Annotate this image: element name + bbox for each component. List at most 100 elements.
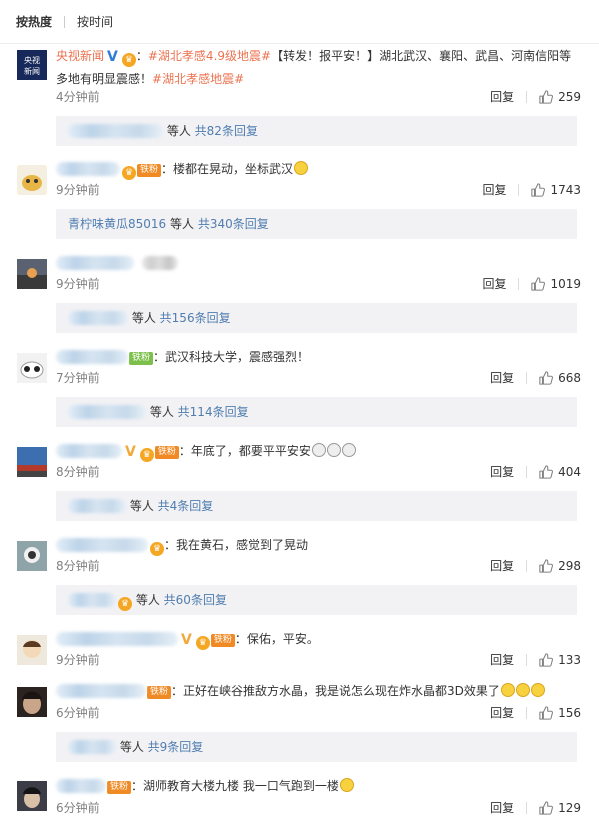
verified-badge-icon: V	[107, 49, 118, 65]
sub-replies-count[interactable]: 共156条回复	[160, 311, 231, 325]
avatar[interactable]	[17, 635, 47, 665]
avatar[interactable]	[17, 541, 47, 571]
thumbs-up-icon	[539, 559, 554, 573]
reply-button[interactable]: 回复	[490, 649, 514, 671]
blurred-username[interactable]	[56, 538, 148, 552]
avatar[interactable]	[17, 687, 47, 717]
blurred-username[interactable]	[56, 256, 134, 270]
comment-meta: 6分钟前 回复 129	[56, 797, 581, 819]
like-button[interactable]: 1019	[531, 273, 581, 295]
sort-by-time-tab[interactable]: 按时间	[77, 13, 113, 30]
reply-button[interactable]: 回复	[490, 367, 514, 389]
timestamp: 8分钟前	[56, 465, 100, 479]
action-divider	[526, 372, 528, 384]
reply-button[interactable]: 回复	[490, 555, 514, 577]
like-count: 668	[558, 371, 581, 385]
sub-replies-count[interactable]: 共82条回复	[195, 124, 258, 138]
emoji-icon	[326, 443, 341, 457]
reply-button[interactable]: 回复	[490, 797, 514, 819]
blurred-username[interactable]	[56, 632, 178, 646]
emoji-icon	[530, 683, 545, 697]
comment-meta: 8分钟前 回复 298	[56, 555, 581, 577]
like-count: 133	[558, 653, 581, 667]
sub-replies[interactable]: 青柠味黄瓜85016 等人 共340条回复	[56, 209, 577, 239]
comment-meta: 9分钟前 回复 1019	[56, 273, 581, 295]
reply-button[interactable]: 回复	[482, 179, 506, 201]
comment-item: 铁粉 ：湖师教育大楼九楼 我一口气跑到一楼 6分钟前 回复 129	[0, 775, 599, 831]
svg-text:新闻: 新闻	[24, 66, 40, 76]
sort-by-hot-tab[interactable]: 按热度	[16, 13, 52, 30]
fan-badge: 铁粉	[210, 634, 235, 647]
timestamp: 4分钟前	[56, 90, 100, 104]
comment-body: ：我在黄石，感觉到了晃动	[164, 538, 309, 552]
like-button[interactable]: 259	[539, 86, 581, 108]
blurred-username[interactable]	[56, 779, 106, 793]
comment-text: 铁粉 ：正好在峡谷推敌方水晶，我是说怎么现在炸水晶都3D效果了	[56, 680, 581, 702]
sub-replies[interactable]: 等人 共82条回复	[56, 116, 577, 146]
sub-replies-count[interactable]: 共340条回复	[198, 217, 269, 231]
sub-replies-username[interactable]: 青柠味黄瓜85016	[68, 217, 166, 231]
comment-item: V ♛ 铁粉 ：年底了，都要平平安安 8分钟前 回复 404 等人 共4条回复	[0, 440, 599, 534]
like-button[interactable]: 668	[539, 367, 581, 389]
reply-button[interactable]: 回复	[490, 461, 514, 483]
verified-badge-icon: V	[181, 632, 192, 648]
sub-replies-count[interactable]: 共4条回复	[158, 499, 214, 513]
sub-replies[interactable]: 等人 共9条回复	[56, 732, 577, 762]
avatar[interactable]	[17, 781, 47, 811]
sub-replies-count[interactable]: 共60条回复	[164, 593, 227, 607]
reply-button[interactable]: 回复	[490, 86, 514, 108]
sort-bar: 按热度 按时间	[0, 0, 599, 44]
comment-body: ：正好在峡谷推敌方水晶，我是说怎么现在炸水晶都3D效果了	[171, 684, 500, 698]
sub-replies[interactable]: 等人 共4条回复	[56, 491, 577, 521]
topic-tag[interactable]: #湖北孝感地震#	[152, 72, 244, 86]
blurred-username	[68, 405, 146, 419]
comment-body: ：年底了，都要平平安安	[178, 444, 311, 458]
comment-item: 铁粉 ：武汉科技大学，震感强烈！ 7分钟前 回复 668 等人 共114条回复	[0, 346, 599, 440]
reply-button[interactable]: 回复	[490, 702, 514, 724]
avatar[interactable]	[17, 447, 47, 477]
sub-replies[interactable]: 等人 共114条回复	[56, 397, 577, 427]
comment-item: ♛ ：我在黄石，感觉到了晃动 8分钟前 回复 298 ♛ 等人 共60条回复	[0, 534, 599, 628]
blurred-username[interactable]	[56, 350, 128, 364]
sub-replies-suffix: 等人	[149, 405, 174, 419]
like-button[interactable]: 404	[539, 461, 581, 483]
emoji-icon	[341, 443, 356, 457]
timestamp: 9分钟前	[56, 277, 100, 291]
like-button[interactable]: 133	[539, 649, 581, 671]
sub-replies-count[interactable]: 共9条回复	[148, 740, 204, 754]
avatar[interactable]	[17, 165, 47, 195]
sub-replies[interactable]: ♛ 等人 共60条回复	[56, 585, 577, 615]
reply-button[interactable]: 回复	[482, 273, 506, 295]
avatar[interactable]	[17, 353, 47, 383]
like-button[interactable]: 298	[539, 555, 581, 577]
like-button[interactable]: 1743	[531, 179, 581, 201]
avatar[interactable]: 央视 新闻	[17, 50, 47, 80]
like-button[interactable]: 156	[539, 702, 581, 724]
emoji-icon	[500, 683, 515, 697]
blurred-username[interactable]	[56, 684, 146, 698]
topic-tag[interactable]: #湖北孝感4.9级地震#	[148, 49, 271, 63]
comment-text: 铁粉 ：湖师教育大楼九楼 我一口气跑到一楼	[56, 775, 581, 797]
medal-icon: ♛	[150, 542, 164, 556]
thumbs-up-icon	[539, 90, 554, 104]
comment-text: 铁粉 ：武汉科技大学，震感强烈！	[56, 346, 581, 368]
sub-replies-suffix: 等人	[135, 593, 160, 607]
like-count: 259	[558, 90, 581, 104]
blurred-username	[68, 499, 126, 513]
avatar[interactable]	[17, 259, 47, 289]
medal-icon: ♛	[195, 636, 210, 650]
comment-text: ♛ 铁粉 ：楼都在晃动，坐标武汉	[56, 158, 581, 180]
username[interactable]: 央视新闻	[56, 49, 104, 63]
sub-replies[interactable]: 等人 共156条回复	[56, 303, 577, 333]
blurred-username[interactable]	[56, 162, 120, 176]
comment-item: V ♛ 铁粉 ：保佑，平安。 9分钟前 回复 133	[0, 628, 599, 682]
thumbs-up-icon	[539, 706, 554, 720]
comment-meta: 8分钟前 回复 404	[56, 461, 581, 483]
blurred-username[interactable]	[56, 444, 122, 458]
action-divider	[526, 91, 528, 103]
like-button[interactable]: 129	[539, 797, 581, 819]
comment-meta: 6分钟前 回复 156	[56, 702, 581, 724]
comment-text: 央视新闻 V ♛ ：#湖北孝感4.9级地震#【转发！报平安！】湖北武汉、襄阳、武昌、河…	[56, 44, 581, 90]
emoji-icon	[515, 683, 530, 697]
sub-replies-count[interactable]: 共114条回复	[178, 405, 249, 419]
